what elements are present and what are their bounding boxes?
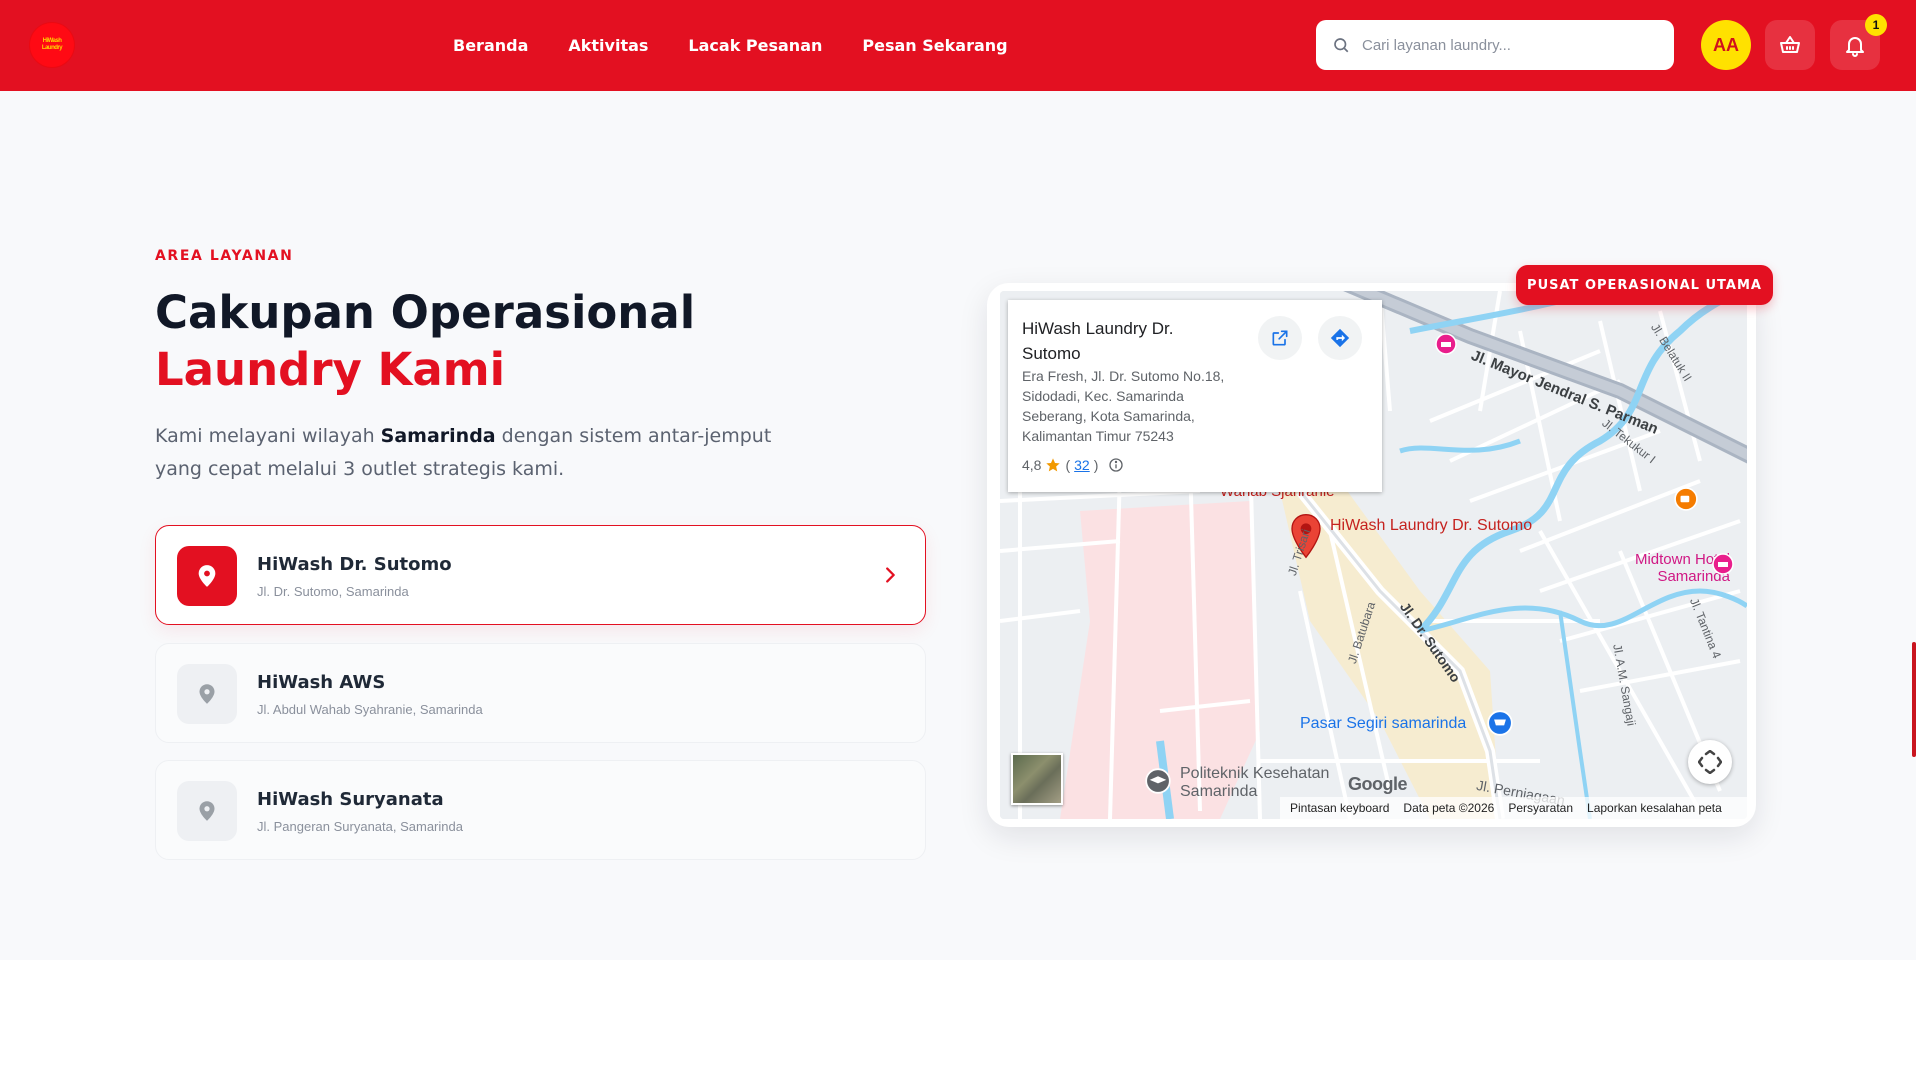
section-description: Kami melayani wilayah Samarinda dengan s… (155, 420, 795, 486)
search-box[interactable] (1316, 20, 1674, 70)
user-avatar[interactable]: AA (1701, 20, 1751, 70)
open-in-maps-button[interactable] (1258, 316, 1302, 360)
outlet-icon-box (177, 546, 237, 606)
info-rating: 4,8 (32) (1022, 457, 1124, 473)
map-footer-terms[interactable]: Persyaratan (1508, 801, 1573, 815)
map-place-market: Pasar Segiri samarinda (1300, 715, 1467, 732)
menu-beranda[interactable]: Beranda (453, 36, 528, 55)
map-place-hotel: Midtown Hotel Samarinda (1634, 551, 1730, 585)
outlet-name: HiWash AWS (257, 672, 386, 693)
hotel-marker-icon[interactable] (1712, 553, 1734, 575)
outlet-icon-box (177, 664, 237, 724)
directions-button[interactable] (1318, 316, 1362, 360)
section-eyebrow: AREA LAYANAN (155, 248, 294, 264)
review-close-paren: ) (1093, 457, 1099, 473)
info-icon[interactable] (1108, 457, 1124, 473)
review-open-paren: ( (1065, 457, 1071, 473)
fullscreen-icon (1698, 750, 1722, 774)
outlet-address: Jl. Pangeran Suryanata, Samarinda (257, 819, 463, 834)
outlet-card-suryanata[interactable]: HiWash Suryanata Jl. Pangeran Suryanata,… (155, 760, 926, 860)
bell-icon (1846, 37, 1864, 57)
outlet-address: Jl. Abdul Wahab Syahranie, Samarinda (257, 702, 483, 717)
lead-prefix: Kami melayani wilayah (155, 425, 381, 447)
chevron-right-icon (886, 567, 895, 583)
menu-lacak-pesanan[interactable]: Lacak Pesanan (688, 36, 822, 55)
outlet-card-dr-sutomo[interactable]: HiWash Dr. Sutomo Jl. Dr. Sutomo, Samari… (155, 525, 926, 625)
top-navbar: HiWash Laundry Beranda Aktivitas Lacak P… (0, 0, 1916, 91)
external-link-icon (1272, 330, 1288, 346)
map-place-poltek: Politeknik Kesehatan Samarinda (1180, 765, 1330, 800)
section-title-line1: Cakupan Operasional (155, 286, 696, 339)
map-pin-icon (198, 565, 216, 587)
lead-city: Samarinda (380, 425, 496, 447)
map-footer-shortcuts[interactable]: Pintasan keyboard (1290, 801, 1389, 815)
notification-badge: 1 (1865, 14, 1887, 36)
map-pin-icon (199, 684, 215, 704)
review-count-link[interactable]: 32 (1074, 457, 1090, 473)
section-title: Cakupan Operasional Laundry Kami (155, 284, 695, 398)
outlet-name: HiWash Dr. Sutomo (257, 554, 452, 575)
info-place-address: Era Fresh, Jl. Dr. Sutomo No.18, Sidodad… (1022, 368, 1225, 444)
brand-logo[interactable]: HiWash Laundry (29, 22, 75, 68)
outlet-icon-box (177, 781, 237, 841)
cart-button[interactable] (1765, 20, 1815, 70)
fullscreen-button[interactable] (1688, 740, 1732, 784)
outlet-address: Jl. Dr. Sutomo, Samarinda (257, 584, 409, 599)
main-operation-badge: PUSAT OPERASIONAL UTAMA (1516, 265, 1773, 305)
info-place-name: HiWash Laundry Dr. Sutomo (1022, 319, 1174, 363)
scroll-indicator[interactable] (1912, 642, 1916, 757)
menu-pesan-sekarang[interactable]: Pesan Sekarang (862, 36, 1007, 55)
school-marker-icon[interactable] (1145, 768, 1171, 794)
map-pin-label: HiWash Laundry Dr. Sutomo (1330, 517, 1533, 534)
cafe-marker-icon[interactable] (1674, 487, 1698, 511)
map-info-card: HiWash Laundry Dr. Sutomo Era Fresh, Jl.… (1008, 300, 1382, 492)
outlet-card-aws[interactable]: HiWash AWS Jl. Abdul Wahab Syahranie, Sa… (155, 643, 926, 743)
next-section (0, 960, 1916, 1079)
brand-logo-text: HiWash Laundry (41, 38, 63, 51)
map-footer-report[interactable]: Laporkan kesalahan peta (1587, 801, 1722, 815)
search-icon (1334, 38, 1349, 53)
star-icon (1046, 458, 1061, 472)
section-title-line2: Laundry Kami (155, 343, 506, 396)
menu-aktivitas[interactable]: Aktivitas (568, 36, 648, 55)
map-footer-data: Data peta ©2026 (1403, 801, 1495, 815)
map-pin-icon (199, 801, 215, 821)
basket-icon (1780, 36, 1800, 53)
map-attribution-bar: Pintasan keyboard Data peta ©2026 Persya… (1280, 797, 1747, 819)
rating-value: 4,8 (1022, 457, 1042, 473)
shopping-marker-icon[interactable] (1487, 710, 1513, 736)
outlet-name: HiWash Suryanata (257, 789, 444, 810)
google-logo: Google (1348, 774, 1408, 794)
hotel-marker-icon[interactable] (1435, 333, 1457, 355)
search-input[interactable] (1360, 35, 1654, 55)
satellite-toggle-thumbnail[interactable] (1011, 753, 1063, 805)
main-menu: Beranda Aktivitas Lacak Pesanan Pesan Se… (453, 0, 1008, 91)
directions-icon (1330, 328, 1350, 348)
